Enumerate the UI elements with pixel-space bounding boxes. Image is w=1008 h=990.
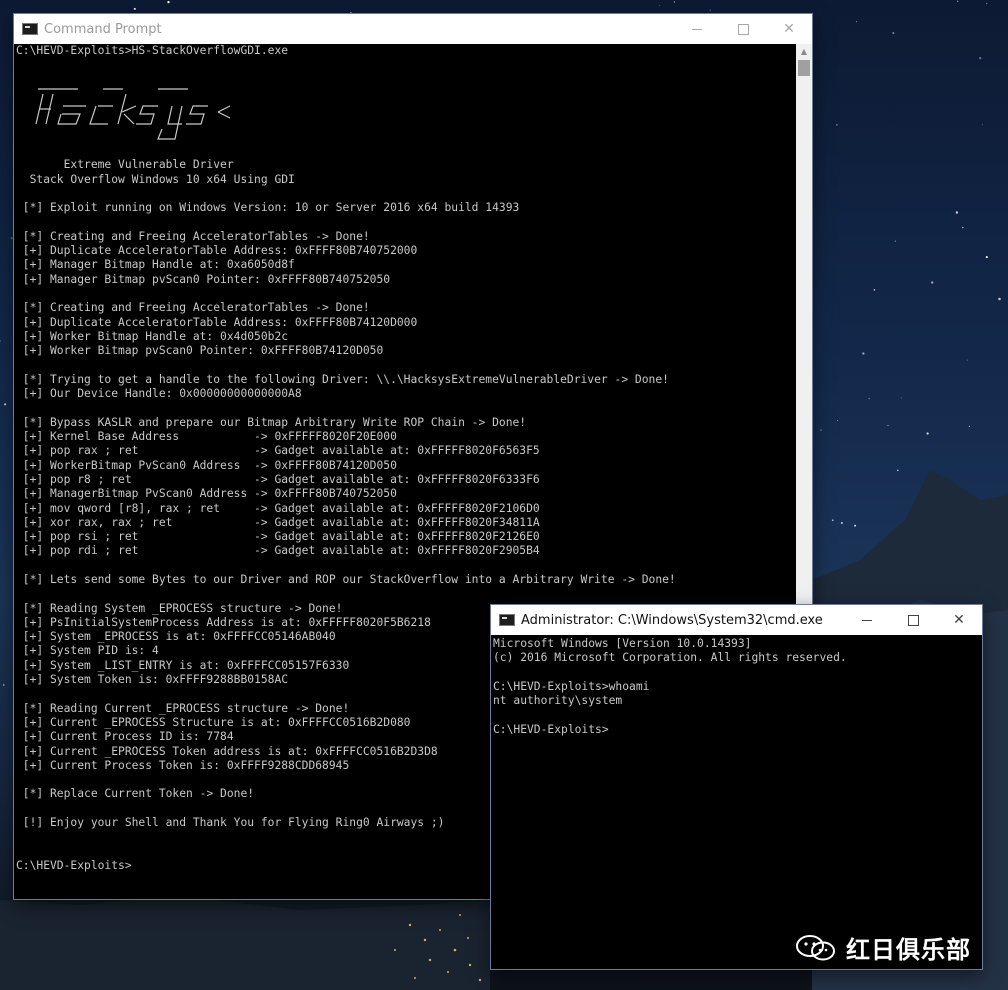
cmd-icon — [22, 23, 38, 35]
hacksys-logo — [35, 88, 231, 140]
console-text: Microsoft Windows [Version 10.0.14393] (… — [493, 637, 847, 736]
minimize-icon — [692, 28, 702, 30]
wechat-icon — [796, 934, 835, 960]
minimize-button[interactable] — [844, 605, 890, 635]
scrollbar-thumb[interactable] — [798, 60, 810, 76]
watermark-text: 红日俱乐部 — [846, 936, 971, 964]
maximize-icon — [737, 23, 749, 35]
window-controls: ✕ — [844, 605, 982, 635]
admin-cmd-window[interactable]: Administrator: C:\Windows\System32\cmd.e… — [491, 605, 982, 969]
close-icon: ✕ — [953, 612, 965, 628]
maximize-button[interactable] — [890, 605, 936, 635]
cmd-icon — [499, 614, 515, 626]
minimize-icon — [862, 619, 872, 621]
close-icon: ✕ — [783, 21, 795, 37]
close-button[interactable]: ✕ — [936, 605, 982, 635]
minimize-button[interactable] — [674, 14, 720, 44]
scroll-up-arrow-icon[interactable]: ▲ — [796, 44, 812, 60]
maximize-icon — [907, 614, 919, 626]
title-bar[interactable]: Command Prompt ✕ — [14, 14, 812, 44]
watermark: 红日俱乐部 — [796, 930, 971, 965]
console-output[interactable]: Microsoft Windows [Version 10.0.14393] (… — [491, 635, 982, 969]
close-button[interactable]: ✕ — [766, 14, 812, 44]
title-bar[interactable]: Administrator: C:\Windows\System32\cmd.e… — [491, 605, 982, 635]
window-title: Command Prompt — [44, 21, 162, 37]
window-title: Administrator: C:\Windows\System32\cmd.e… — [521, 612, 823, 628]
maximize-button[interactable] — [720, 14, 766, 44]
window-controls: ✕ — [674, 14, 812, 44]
